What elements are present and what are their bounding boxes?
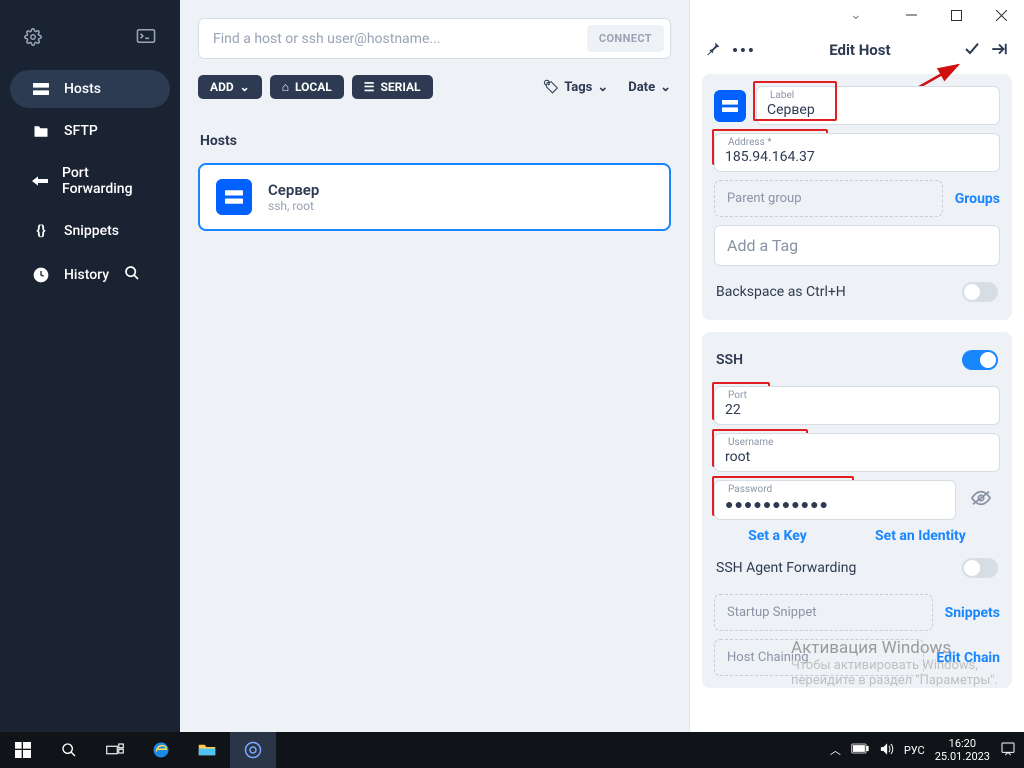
field-label: Username (725, 438, 989, 448)
tags-filter[interactable]: 🏷Tags⌄ (543, 80, 609, 95)
volume-icon[interactable] (879, 742, 894, 759)
nav-label: Hosts (64, 81, 101, 97)
search-icon[interactable] (124, 265, 140, 285)
clock[interactable]: 16:20 25.01.2023 (935, 737, 990, 763)
host-chaining-field[interactable]: Host Chaining (714, 639, 924, 676)
port-field[interactable]: Port 22 (714, 386, 1000, 425)
notifications-icon[interactable] (1000, 741, 1016, 760)
gear-icon[interactable] (24, 28, 42, 50)
server-icon (216, 179, 252, 215)
home-icon: ⌂ (282, 80, 289, 94)
nav-label: Port Forwarding (62, 165, 148, 197)
clock-icon (32, 267, 50, 283)
nav-snippets[interactable]: {} Snippets (10, 212, 170, 250)
main-area: CONNECT ADD⌄ ⌂LOCAL ☰SERIAL 🏷Tags⌄ Date⌄… (180, 0, 689, 732)
backspace-toggle[interactable] (962, 282, 998, 302)
host-card[interactable]: Сервер ssh, root (198, 163, 671, 231)
set-key-link[interactable]: Set a Key (748, 528, 807, 544)
taskbar: ︿ РУС 16:20 25.01.2023 (0, 732, 1024, 768)
nav-hosts[interactable]: Hosts (10, 70, 170, 108)
nav-label: SFTP (64, 123, 98, 139)
nav-sftp[interactable]: SFTP (10, 112, 170, 150)
tag-icon: 🏷 (543, 80, 560, 95)
date-filter[interactable]: Date⌄ (628, 80, 671, 95)
field-value: 22 (725, 402, 989, 418)
battery-icon[interactable] (851, 743, 869, 757)
sidebar: Hosts SFTP Port Forwarding {} Snippets H… (0, 0, 180, 732)
host-name: Сервер (268, 181, 319, 199)
language-indicator[interactable]: РУС (904, 744, 925, 757)
chevron-down-icon: ⌄ (660, 80, 671, 95)
edit-host-panel: ⌄ ••• Edit Host Label С (689, 0, 1024, 732)
username-field[interactable]: Username root (714, 433, 1000, 472)
task-view-button[interactable] (92, 732, 138, 768)
search-input[interactable] (213, 31, 587, 47)
field-label: Password (725, 485, 945, 495)
close-button[interactable] (979, 0, 1024, 30)
connect-button[interactable]: CONNECT (587, 25, 664, 52)
backspace-label: Backspace as Ctrl+H (716, 284, 846, 300)
add-button[interactable]: ADD⌄ (198, 75, 262, 99)
agent-forwarding-label: SSH Agent Forwarding (716, 560, 856, 576)
more-icon[interactable]: ••• (732, 41, 756, 60)
field-label: Port (725, 391, 989, 401)
edit-chain-link[interactable]: Edit Chain (936, 650, 1000, 666)
hosts-heading: Hosts (200, 133, 669, 149)
field-label: Address * (725, 138, 989, 148)
field-value: root (725, 449, 989, 465)
field-label: Label (767, 91, 989, 101)
hosts-icon (32, 83, 50, 95)
pin-icon[interactable] (706, 40, 722, 60)
ssh-toggle[interactable] (962, 350, 998, 370)
field-value: ●●●●●●●●●●● (725, 496, 945, 513)
termius-button[interactable] (230, 732, 276, 768)
agent-toggle[interactable] (962, 558, 998, 578)
minimize-button[interactable] (889, 0, 934, 30)
snippets-link[interactable]: Snippets (945, 605, 1000, 621)
forward-icon (32, 175, 48, 187)
groups-link[interactable]: Groups (955, 191, 1000, 207)
serial-button[interactable]: ☰SERIAL (352, 75, 433, 99)
chevron-down-icon[interactable]: ⌄ (850, 7, 862, 23)
set-identity-link[interactable]: Set an Identity (875, 528, 966, 544)
ie-button[interactable] (138, 732, 184, 768)
nav-label: Snippets (64, 223, 119, 239)
check-icon[interactable] (964, 41, 980, 60)
start-button[interactable] (0, 732, 46, 768)
add-tag-field[interactable]: Add a Tag (714, 225, 1000, 266)
nav-label: History (64, 267, 109, 283)
eye-icon[interactable] (962, 489, 1000, 511)
host-search-box[interactable]: CONNECT (198, 18, 671, 59)
startup-snippet-field[interactable]: Startup Snippet (714, 594, 933, 631)
server-icon (714, 90, 746, 122)
terminal-icon[interactable] (136, 28, 156, 50)
folder-icon (32, 125, 50, 138)
braces-icon: {} (32, 223, 50, 239)
collapse-icon[interactable] (990, 41, 1008, 60)
nav-history[interactable]: History (10, 254, 170, 296)
ssh-heading: SSH (716, 352, 743, 368)
field-value: 185.94.164.37 (725, 149, 989, 165)
nav-port-forwarding[interactable]: Port Forwarding (10, 154, 170, 208)
search-button[interactable] (46, 732, 92, 768)
chevron-down-icon: ⌄ (597, 80, 608, 95)
password-field[interactable]: Password ●●●●●●●●●●● (714, 480, 956, 520)
parent-group-field[interactable]: Parent group (714, 180, 943, 217)
host-subtitle: ssh, root (268, 199, 319, 213)
tray-chevron-icon[interactable]: ︿ (830, 742, 841, 758)
maximize-button[interactable] (934, 0, 979, 30)
field-value: Сервер (767, 102, 989, 118)
serial-icon: ☰ (364, 80, 375, 94)
address-field[interactable]: Address * 185.94.164.37 (714, 133, 1000, 172)
explorer-button[interactable] (184, 732, 230, 768)
panel-title: Edit Host (756, 41, 964, 59)
label-field[interactable]: Label Сервер (756, 86, 1000, 125)
chevron-down-icon: ⌄ (240, 80, 250, 94)
local-button[interactable]: ⌂LOCAL (270, 75, 344, 99)
